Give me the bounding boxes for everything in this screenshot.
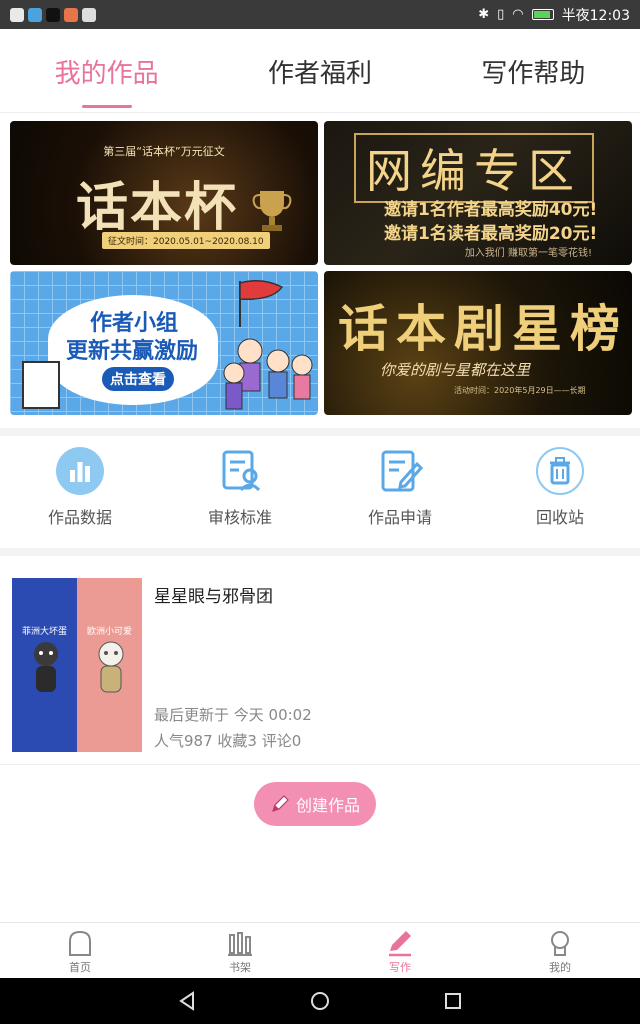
app-notification-icon — [10, 7, 24, 22]
tool-review-standards[interactable]: 审核标准 — [160, 438, 320, 548]
banner-huaben-cup[interactable]: 第三届“话本杯”万元征文 话本杯 征文时间：2020.05.01~2020.08… — [10, 121, 318, 265]
nav-label: 书架 — [229, 961, 251, 974]
banner-subtitle: 更新共赢激励 — [66, 339, 199, 364]
tool-label: 作品申请 — [367, 508, 432, 527]
cover-left-panel: 菲洲大坏蛋 — [12, 578, 77, 752]
nav-mine[interactable]: 我的 — [480, 923, 640, 978]
tool-row: 作品数据 审核标准 作品申请 回收站 — [0, 438, 640, 548]
work-item[interactable]: 菲洲大坏蛋 欧洲小可爱 星星眼与邪骨团 最后更新于 今天 00:02 人气987… — [12, 578, 628, 754]
section-divider — [0, 548, 640, 556]
banner-footnote: 加入我们 赚取第一笔零花钱! — [464, 248, 592, 259]
app-notification-icon — [28, 7, 42, 22]
tool-work-data[interactable]: 作品数据 — [0, 438, 160, 548]
status-bar: ✱ ▯ ◠ 半夜12:03 — [0, 0, 640, 29]
work-cover: 菲洲大坏蛋 欧洲小可爱 — [12, 578, 142, 752]
nav-label: 写作 — [389, 961, 411, 974]
view-button[interactable]: 点击查看 — [102, 367, 174, 391]
home-icon — [69, 930, 91, 956]
banner-subtitle: 你爱的剧与星都在这里 — [380, 361, 531, 379]
notification-icons — [10, 7, 96, 22]
back-icon[interactable] — [176, 990, 198, 1012]
profile-icon — [551, 931, 569, 956]
banner-editor-zone[interactable]: 网编专区 邀请1名作者最高奖励40元! 邀请1名读者最高奖励20元! 加入我们 … — [324, 121, 632, 265]
tab-author-benefits[interactable]: 作者福利 — [213, 29, 426, 112]
bluetooth-icon: ✱ — [478, 7, 490, 22]
banner-grid: 第三届“话本杯”万元征文 话本杯 征文时间：2020.05.01~2020.08… — [10, 121, 632, 415]
tiktok-icon — [46, 7, 60, 22]
tool-label: 作品数据 — [47, 508, 112, 527]
tool-work-application[interactable]: 作品申请 — [320, 438, 480, 548]
nav-label: 我的 — [549, 961, 571, 974]
red-flag-icon — [239, 280, 284, 327]
tool-recycle-bin[interactable]: 回收站 — [480, 438, 640, 548]
bottom-nav: 首页 书架 写作 我的 — [0, 922, 640, 978]
home-circle-icon[interactable] — [309, 990, 331, 1012]
wechat-icon — [82, 7, 96, 22]
system-nav-bar — [0, 978, 640, 1024]
review-doc-icon — [215, 446, 265, 496]
work-stats: 人气987 收藏3 评论0 — [154, 732, 302, 750]
work-updated: 最后更新于 今天 00:02 — [154, 706, 312, 724]
create-work-button[interactable]: 创建作品 — [254, 782, 376, 826]
nav-write[interactable]: 写作 — [320, 923, 480, 978]
nav-label: 首页 — [69, 961, 91, 974]
banner-title: 话本杯 — [76, 177, 239, 238]
wifi-icon: ◠ — [512, 7, 524, 22]
banner-date: 活动时间：2020年5月29日——长期 — [454, 386, 586, 395]
trash-icon — [535, 446, 585, 496]
bar-chart-icon — [55, 446, 105, 496]
pen-icon — [389, 931, 411, 957]
battery-icon — [531, 9, 554, 20]
banner-line: 邀请1名读者最高奖励20元! — [384, 224, 598, 244]
banner-line: 邀请1名作者最高奖励40元! — [384, 200, 598, 220]
vibrate-icon: ▯ — [497, 7, 505, 22]
create-work-label: 创建作品 — [295, 796, 360, 815]
tab-writing-help[interactable]: 写作帮助 — [427, 29, 640, 112]
banner-date: 征文时间：2020.05.01~2020.08.10 — [102, 232, 270, 249]
dark-character-figure — [34, 642, 58, 692]
banner-subtitle: 第三届“话本杯”万元征文 — [103, 145, 225, 158]
cover-tag: 欧洲小可爱 — [86, 627, 132, 637]
banner-title: 网编专区 — [354, 133, 594, 203]
nav-home[interactable]: 首页 — [0, 923, 160, 978]
cover-right-panel: 欧洲小可爱 — [77, 578, 142, 752]
recents-icon[interactable] — [442, 990, 464, 1012]
banner-title: 话本剧星榜 — [338, 299, 628, 358]
clipboard-icon — [22, 361, 60, 409]
nav-bookshelf[interactable]: 书架 — [160, 923, 320, 978]
kids-illustration — [223, 338, 313, 410]
list-separator — [0, 764, 640, 765]
banner-author-group[interactable]: 作者小组 更新共赢激励 点击查看 — [10, 271, 318, 415]
pencil-icon — [272, 795, 289, 812]
section-divider — [0, 428, 640, 436]
bookshelf-icon — [228, 932, 252, 956]
light-character-figure — [98, 641, 124, 693]
tool-label: 回收站 — [535, 508, 584, 527]
app-notification-icon — [64, 7, 78, 22]
cover-tag: 菲洲大坏蛋 — [21, 627, 67, 637]
top-tabs: 我的作品 作者福利 写作帮助 — [0, 29, 640, 113]
banner-drama-stars[interactable]: 话本剧星榜 你爱的剧与星都在这里 活动时间：2020年5月29日——长期 — [324, 271, 632, 415]
tool-label: 审核标准 — [207, 508, 272, 527]
clock: 半夜12:03 — [561, 7, 630, 24]
edit-doc-icon — [375, 446, 425, 496]
trophy-icon — [252, 191, 292, 231]
work-title: 星星眼与邪骨团 — [154, 587, 273, 607]
tab-my-works[interactable]: 我的作品 — [0, 29, 213, 112]
